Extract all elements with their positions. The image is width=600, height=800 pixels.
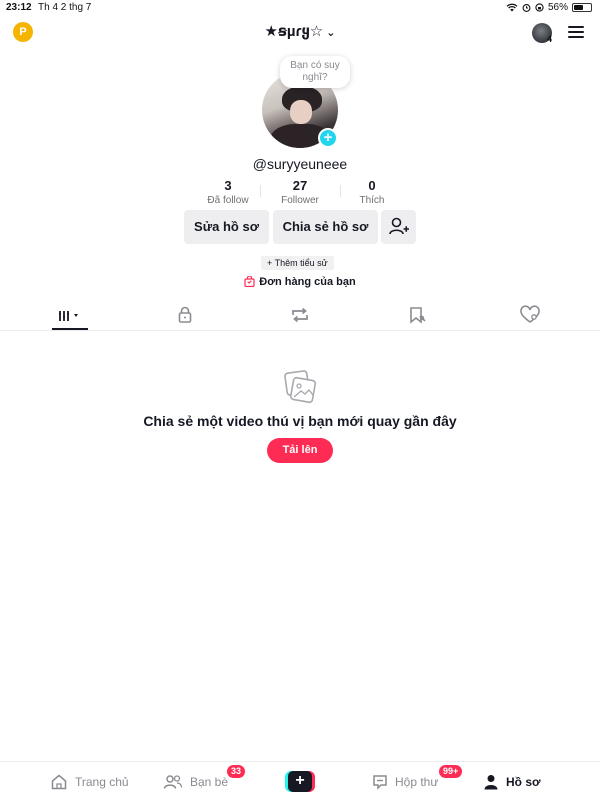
followers-stat[interactable]: 27 Follower bbox=[260, 178, 340, 206]
nav-friends-label: Bạn bè bbox=[190, 775, 229, 789]
orders-link[interactable]: Đơn hàng của bạn bbox=[0, 276, 600, 288]
battery-percent: 56% bbox=[547, 2, 568, 13]
lock-rotation-icon bbox=[535, 3, 544, 12]
alarm-icon bbox=[522, 4, 531, 12]
orders-label: Đơn hàng của bạn bbox=[259, 276, 356, 288]
status-indicators: 56% bbox=[506, 2, 592, 13]
add-friend-button[interactable] bbox=[381, 210, 416, 244]
bottom-nav: Trang chủ Bạn bè 33 + Hộp thư 99+ Hồ sơ bbox=[0, 761, 600, 800]
shopping-bag-icon bbox=[244, 276, 255, 287]
wifi-icon bbox=[506, 3, 518, 12]
battery-level bbox=[574, 5, 583, 10]
friends-icon bbox=[163, 775, 183, 789]
add-bio-button[interactable]: + Thêm tiểu sử bbox=[261, 256, 334, 270]
chevron-down-icon: ⌄ bbox=[326, 27, 336, 39]
active-tab-indicator bbox=[52, 328, 88, 330]
tab-reposts[interactable] bbox=[288, 305, 312, 325]
home-icon bbox=[51, 774, 67, 790]
videos-icon bbox=[59, 311, 78, 321]
friends-badge: 33 bbox=[227, 765, 246, 778]
liked-icon bbox=[520, 305, 540, 323]
add-photo-icon[interactable]: + bbox=[318, 128, 338, 148]
tab-liked[interactable] bbox=[518, 305, 542, 325]
edit-profile-button[interactable]: Sửa hồ sơ bbox=[184, 210, 269, 244]
nav-home[interactable]: Trang chủ bbox=[50, 772, 129, 792]
inbox-badge: 99+ bbox=[439, 765, 463, 778]
following-stat[interactable]: 3 Đã follow bbox=[188, 178, 268, 206]
profile-icon bbox=[484, 775, 498, 790]
status-date: Th 4 2 thg 7 bbox=[38, 2, 92, 13]
menu-icon[interactable] bbox=[568, 26, 584, 38]
nav-home-label: Trang chủ bbox=[75, 775, 129, 789]
gallery-icon bbox=[282, 370, 318, 404]
likes-count: 0 bbox=[368, 178, 376, 193]
empty-state-message: Chia sẻ một video thú vị bạn mới quay gầ… bbox=[143, 413, 457, 429]
account-switcher[interactable]: ★ꞩµɾყ☆ ⌄ bbox=[0, 22, 600, 40]
following-count: 3 bbox=[224, 178, 232, 193]
note-bubble[interactable]: Bạn có suy nghĩ? bbox=[280, 56, 350, 88]
nav-friends[interactable]: Bạn bè bbox=[163, 772, 228, 792]
create-button[interactable]: + bbox=[285, 771, 315, 792]
username: @suryyeuneee bbox=[252, 156, 348, 172]
share-profile-button[interactable]: Chia sẻ hồ sơ bbox=[273, 210, 378, 244]
tab-private[interactable] bbox=[173, 305, 197, 325]
inbox-icon bbox=[373, 775, 387, 790]
repost-icon bbox=[292, 307, 308, 323]
status-bar: 23:12 Th 4 2 thg 7 56% bbox=[0, 0, 600, 16]
plus-icon: + bbox=[288, 771, 312, 792]
battery-icon bbox=[572, 3, 592, 12]
favorites-icon bbox=[410, 307, 426, 324]
lock-icon bbox=[178, 306, 192, 323]
status-time: 23:12 bbox=[6, 2, 32, 13]
account-name: ★ꞩµɾყ☆ bbox=[264, 23, 324, 40]
likes-stat[interactable]: 0 Thích bbox=[332, 178, 412, 206]
upload-button[interactable]: Tải lên bbox=[267, 438, 333, 463]
content-tabs bbox=[0, 300, 600, 331]
nav-inbox[interactable]: Hộp thư bbox=[372, 772, 438, 792]
add-friend-icon bbox=[389, 217, 409, 235]
nav-profile-label: Hồ sơ bbox=[506, 775, 541, 789]
nav-profile[interactable]: Hồ sơ bbox=[483, 772, 541, 792]
following-label: Đã follow bbox=[207, 195, 249, 206]
friends-count: 4 bbox=[547, 34, 553, 44]
followers-count: 27 bbox=[292, 178, 308, 193]
followers-label: Follower bbox=[281, 195, 319, 206]
tab-favorites[interactable] bbox=[405, 305, 429, 325]
likes-label: Thích bbox=[359, 195, 385, 206]
nav-inbox-label: Hộp thư bbox=[395, 775, 439, 789]
tab-videos[interactable] bbox=[57, 305, 85, 325]
